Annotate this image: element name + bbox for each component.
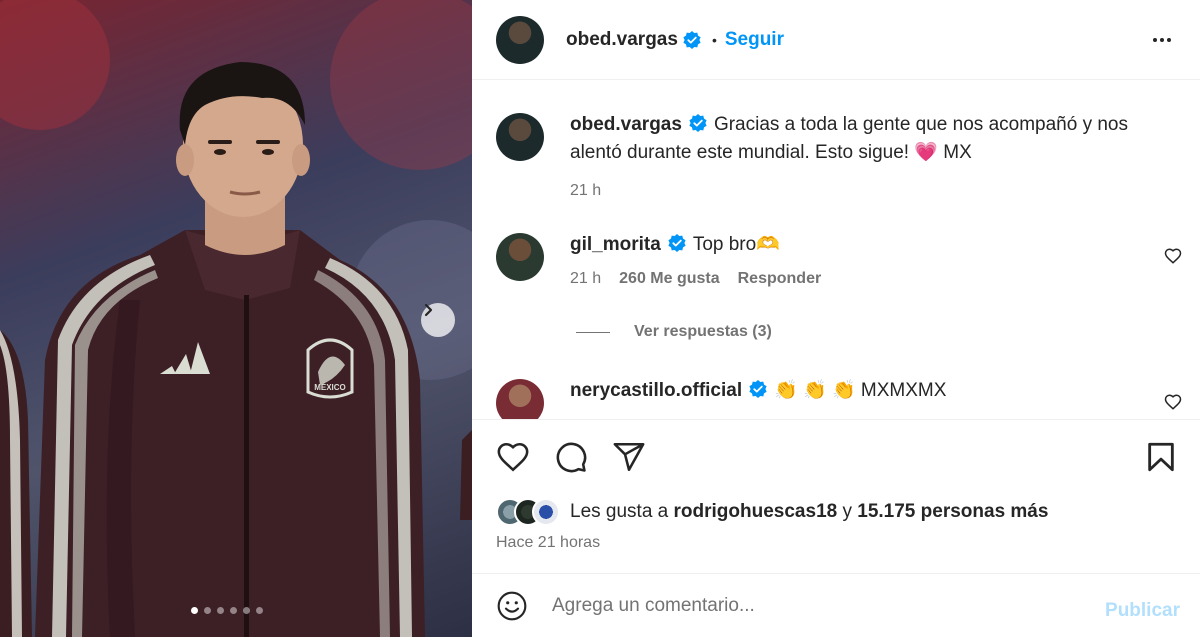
post-header: obed.vargas • Seguir [472,0,1200,80]
carousel-dot [204,607,211,614]
caption-row: obed.vargas Gracias a toda la gente que … [496,113,1160,205]
like-button[interactable] [496,440,530,479]
comment-icon [556,442,587,473]
heart-icon [497,442,529,472]
follow-button[interactable]: Seguir [725,29,784,51]
comment-composer: Publicar [472,573,1200,637]
chevron-right-icon [424,303,433,317]
save-button[interactable] [1144,440,1178,479]
comment-like-icon[interactable] [1164,247,1182,265]
comment-row: gil_morita Top bro🫶 21 h 260 Me gusta Re… [496,233,1160,293]
comment-time: 21 h [570,270,602,287]
likes-prefix: Les gusta a [570,501,669,522]
bookmark-icon [1148,442,1174,472]
comment-username[interactable]: gil_morita [570,234,661,255]
author-username[interactable]: obed.vargas [566,29,678,51]
comment-text: 👏 👏 👏 MXMXMX [774,380,947,401]
caption-avatar[interactable] [496,113,544,161]
commenter-avatar[interactable] [496,233,544,281]
comment-button[interactable] [554,440,588,479]
crest-badge-text: MÉXICO [314,383,346,392]
header-separator: • [711,31,717,48]
likes-text: Les gusta a rodrigohuescas18 y 15.175 pe… [570,501,1048,523]
verified-badge-icon [683,30,701,49]
carousel-indicator [191,607,263,614]
likes-joiner: y [842,501,852,522]
comment-likes-count[interactable]: 260 Me gusta [619,265,719,293]
replies-divider [576,331,610,333]
emoji-icon[interactable] [496,590,528,622]
verified-badge-icon [668,234,686,252]
verified-badge-icon [749,380,767,398]
carousel-dot [191,607,198,614]
commenter-avatar[interactable] [496,379,544,419]
comment-like-icon[interactable] [1164,393,1182,411]
view-replies-label: Ver respuestas (3) [634,323,772,340]
author-avatar[interactable] [496,15,544,64]
share-button[interactable] [612,440,646,479]
comments-section[interactable]: obed.vargas Gracias a toda la gente que … [472,81,1200,419]
comment-text: Top bro🫶 [692,234,780,255]
caption-time: 21 h [570,182,602,199]
comment-row: nerycastillo.official 👏 👏 👏 MXMXMX [496,379,1160,419]
post-timestamp[interactable]: Hace 21 horas [496,534,600,552]
publish-button[interactable]: Publicar [1105,600,1180,622]
carousel-dot [217,607,224,614]
carousel-next-button[interactable] [421,303,455,337]
carousel-dot [256,607,263,614]
send-icon [613,442,645,472]
likes-others[interactable]: 15.175 personas más [857,501,1048,522]
caption-username[interactable]: obed.vargas [570,114,682,135]
post-actions: Les gusta a rodrigohuescas18 y 15.175 pe… [472,419,1200,573]
reply-button[interactable]: Responder [738,265,822,293]
more-horizontal-icon[interactable] [1150,28,1174,52]
likes-user[interactable]: rodrigohuescas18 [674,501,838,522]
comment-input[interactable] [552,594,1072,617]
post-details-panel: obed.vargas • Seguir obed.vargas Gracias… [472,0,1200,637]
carousel-dot [243,607,250,614]
comment-username[interactable]: nerycastillo.official [570,380,742,401]
liker-avatar [532,498,560,526]
post-photo[interactable]: MÉXICO [0,0,472,637]
player-illustration: MÉXICO [0,0,472,637]
verified-badge-icon [689,114,707,132]
carousel-dot [230,607,237,614]
likes-summary: Les gusta a rodrigohuescas18 y 15.175 pe… [496,498,1048,526]
view-replies-button[interactable]: Ver respuestas (3) [576,323,772,341]
